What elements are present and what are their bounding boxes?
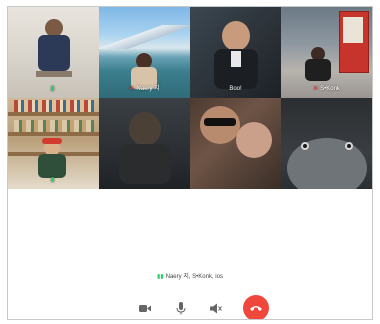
person-figure [119,144,171,184]
camera-button[interactable] [137,300,153,316]
participant-tile[interactable]: ✕ S•Konk [281,7,372,98]
participant-tile[interactable]: ▮ [8,98,99,189]
person-figure [222,21,250,51]
participant-tile[interactable]: ▮ [8,7,99,98]
video-call-screen: ▮ ✕ Naery 지 Boo! ✕ S•Konk ▮ ▮▮ Naery 지, … [7,6,373,320]
participant-name: ✕ S•Konk [313,86,340,92]
microphone-icon [176,301,186,314]
speaker-muted-icon [210,303,222,313]
speaker-button[interactable] [208,300,224,316]
muted-icon: ✕ [129,86,135,92]
participant-tile[interactable]: Boo! [190,7,281,98]
participant-name: ✕ Naery 지 [129,86,160,92]
participant-tile[interactable] [99,98,190,189]
participant-name: ▮ [8,176,99,183]
participant-tile[interactable] [281,98,372,189]
mountain-shape [99,25,190,49]
speaking-icon: ▮▮ [157,274,164,280]
face-shape [287,138,367,189]
person-cap [42,138,62,144]
participant-name: Boo! [229,86,242,92]
speaking-status: ▮▮ Naery 지, S•Konk, ios [157,274,223,280]
microphone-button[interactable] [173,300,189,316]
stool [36,71,72,77]
end-call-icon [250,306,262,311]
participant-tile[interactable]: ✕ Naery 지 [99,7,190,98]
person-figure [305,59,331,81]
books [14,120,94,132]
vending-machine-window [343,17,363,43]
participant-name: ▮ [8,85,99,92]
participant-tile[interactable] [190,98,281,189]
bookshelf [8,112,99,116]
person-figure [129,112,161,146]
eye-shape [347,144,351,148]
books [14,100,94,112]
bookshelf [8,132,99,136]
shirt-collar [231,51,241,67]
sunglasses [204,118,236,126]
person-figure [38,35,70,71]
person-figure [236,122,272,158]
end-call-button[interactable] [243,295,269,319]
person-figure [38,154,66,178]
participant-grid: ▮ ✕ Naery 지 Boo! ✕ S•Konk ▮ [8,7,372,189]
video-icon [139,304,151,312]
speaking-icon: ▮ [50,177,55,183]
speaking-icon: ▮ [50,86,55,92]
call-controls [8,295,372,319]
muted-icon: ✕ [313,86,319,92]
eye-shape [303,144,307,148]
